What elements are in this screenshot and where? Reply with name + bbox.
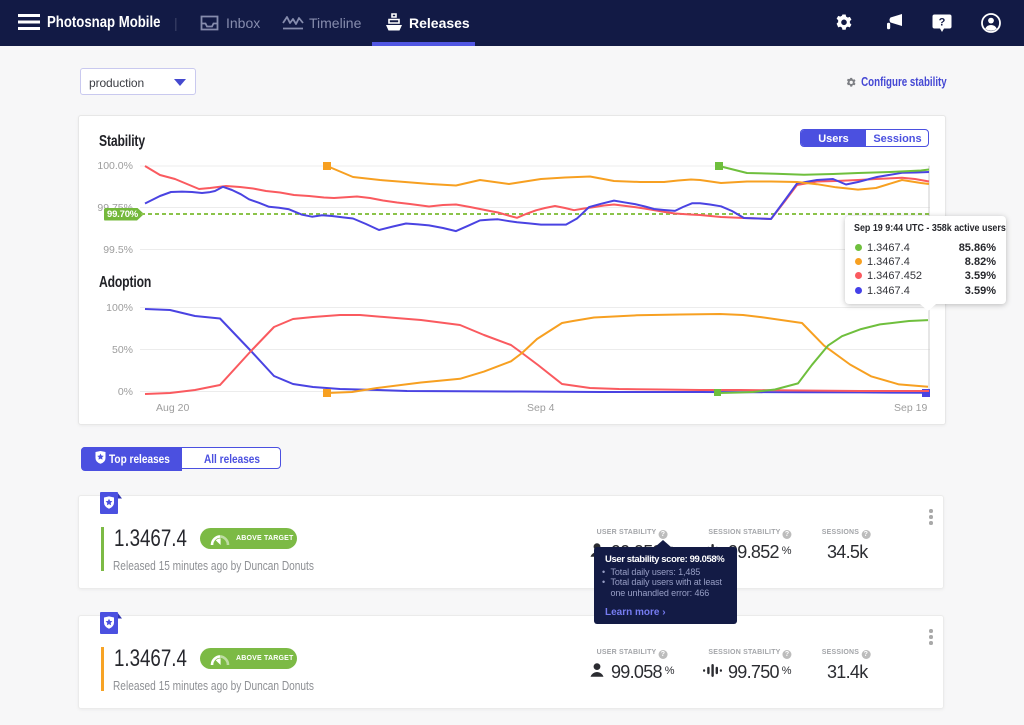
svg-text:?: ?	[939, 16, 946, 28]
